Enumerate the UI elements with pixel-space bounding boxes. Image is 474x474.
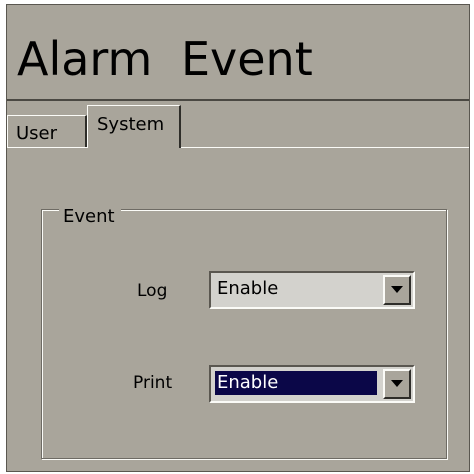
log-dropdown[interactable]: Enable [209, 271, 415, 309]
tab-system-label: System [97, 114, 165, 135]
print-dropdown[interactable]: Enable [209, 365, 415, 403]
tab-system[interactable]: System [87, 105, 181, 148]
alarm-event-window: Alarm Event User System Event Log Enable… [6, 4, 470, 472]
print-label: Print [133, 373, 173, 393]
tab-user-label: User [16, 123, 58, 144]
title-bar: Alarm Event [7, 5, 469, 101]
chevron-down-icon [391, 286, 403, 293]
tab-user[interactable]: User [7, 115, 87, 147]
event-groupbox-legend: Event [59, 206, 121, 227]
print-dropdown-value: Enable [215, 371, 377, 395]
chevron-down-icon [391, 380, 403, 387]
log-dropdown-value: Enable [217, 278, 279, 299]
window-title: Alarm Event [17, 32, 313, 86]
log-label: Log [137, 281, 168, 301]
event-groupbox [41, 209, 447, 459]
log-dropdown-button[interactable] [383, 275, 411, 305]
print-dropdown-button[interactable] [383, 369, 411, 399]
